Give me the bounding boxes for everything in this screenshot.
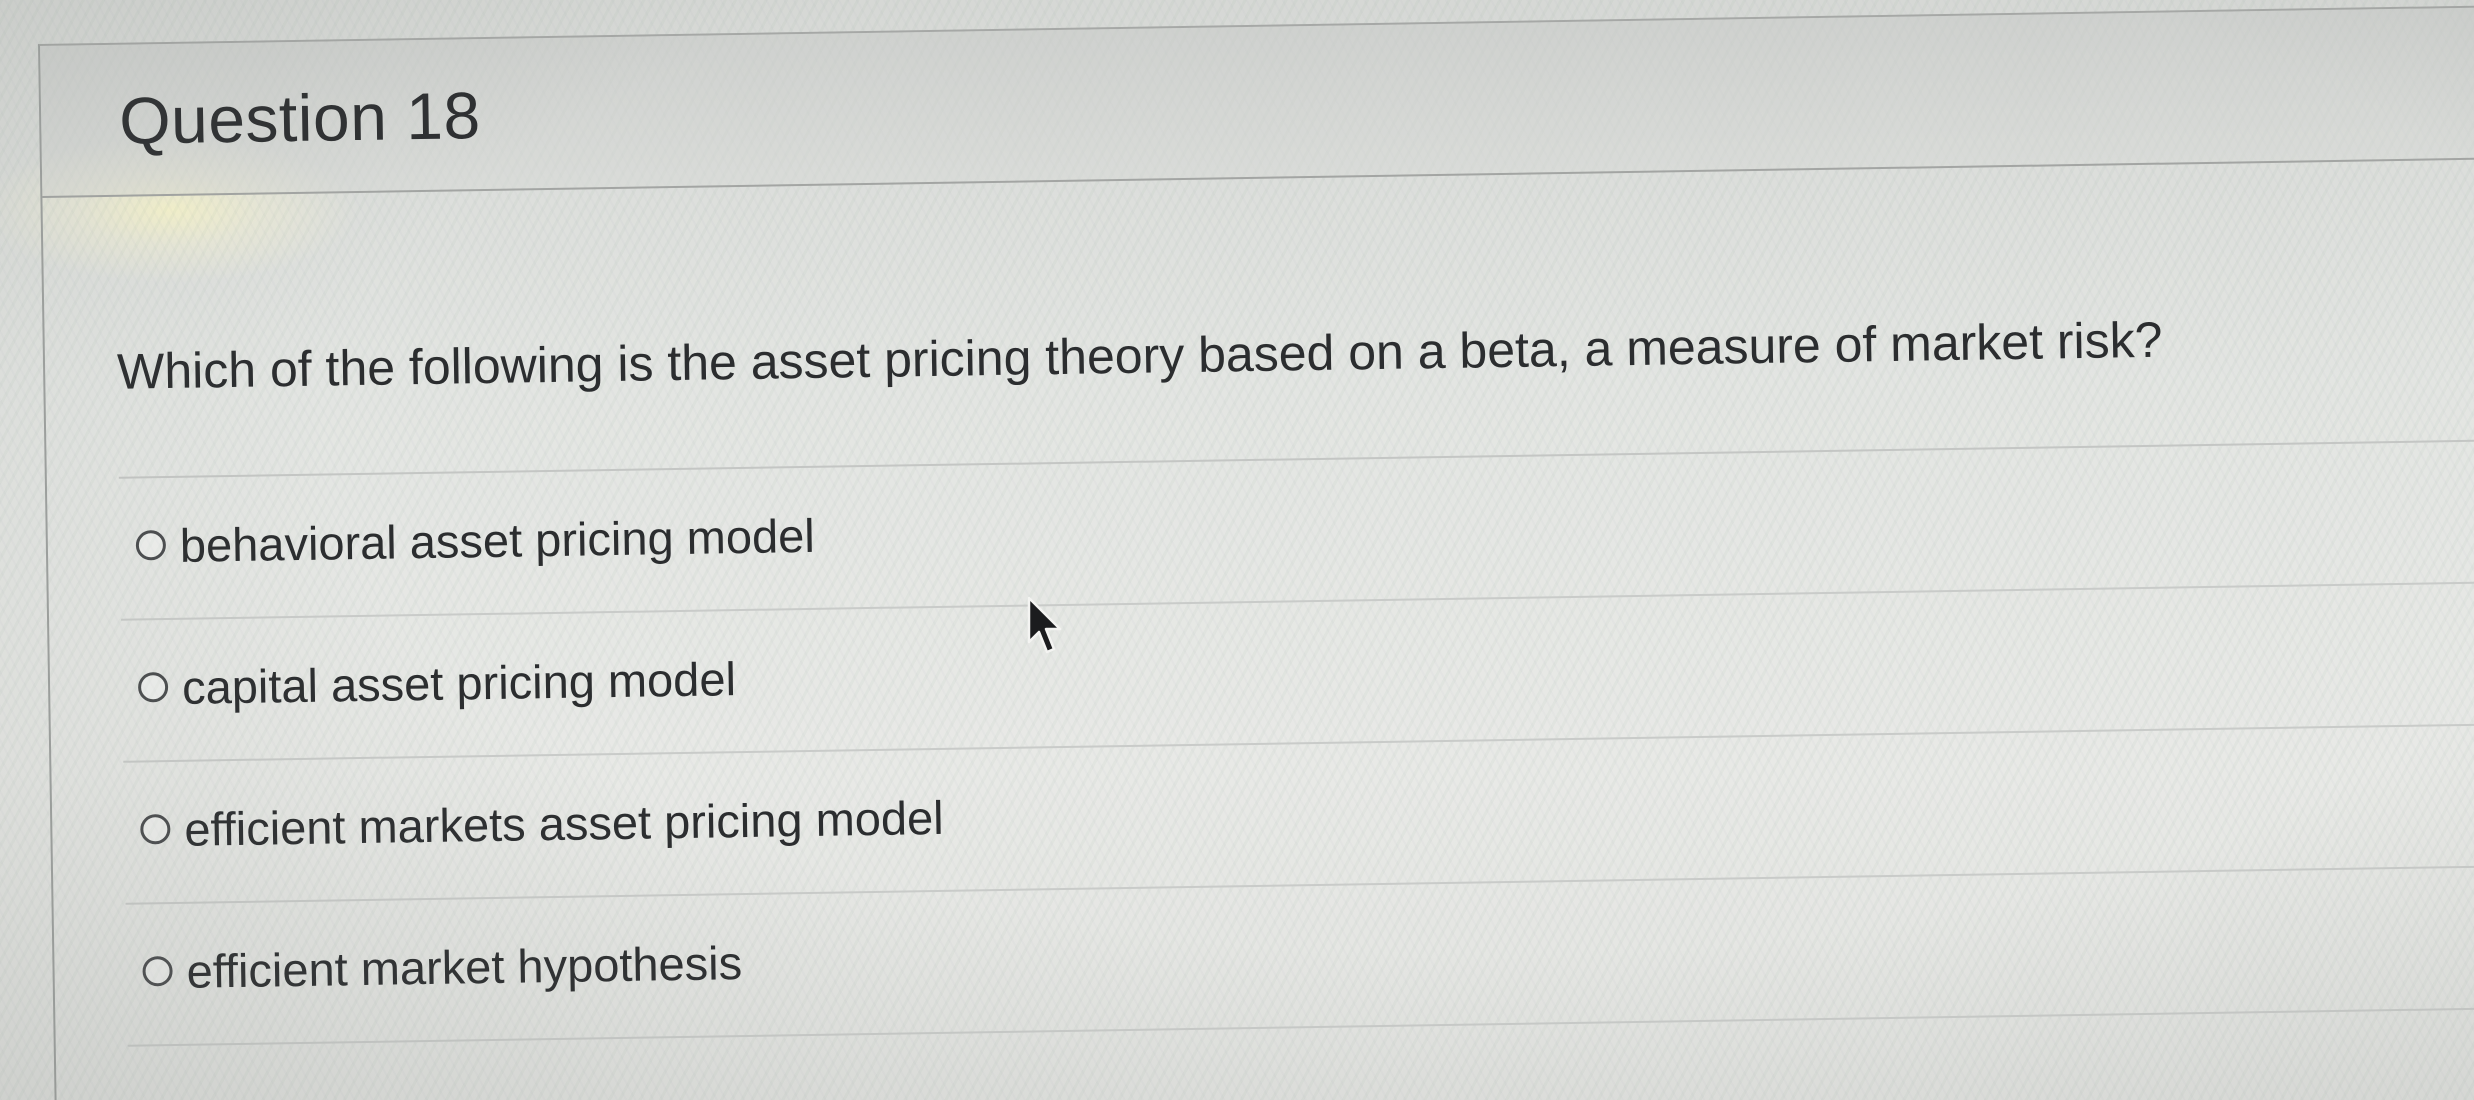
question-card: Question 18 Which of the following is th… — [38, 5, 2474, 1100]
answer-label[interactable]: efficient markets asset pricing model — [184, 790, 944, 857]
answer-label[interactable]: efficient market hypothesis — [186, 935, 742, 999]
arrow-pointer-icon — [1027, 596, 1062, 654]
question-title: Question 18 — [118, 78, 482, 158]
radio-button[interactable] — [140, 814, 171, 845]
radio-button[interactable] — [135, 530, 167, 561]
radio-button[interactable] — [142, 956, 173, 987]
radio-button[interactable] — [137, 672, 169, 703]
question-text: Which of the following is the asset pric… — [116, 311, 2163, 400]
question-body: Which of the following is the asset pric… — [42, 157, 2474, 1100]
answer-label[interactable]: capital asset pricing model — [182, 651, 737, 715]
answer-label[interactable]: behavioral asset pricing model — [179, 508, 815, 573]
answers-list: behavioral asset pricing model capital a… — [118, 440, 2474, 1047]
screen-photo: Question 18 Which of the following is th… — [0, 0, 2474, 1100]
